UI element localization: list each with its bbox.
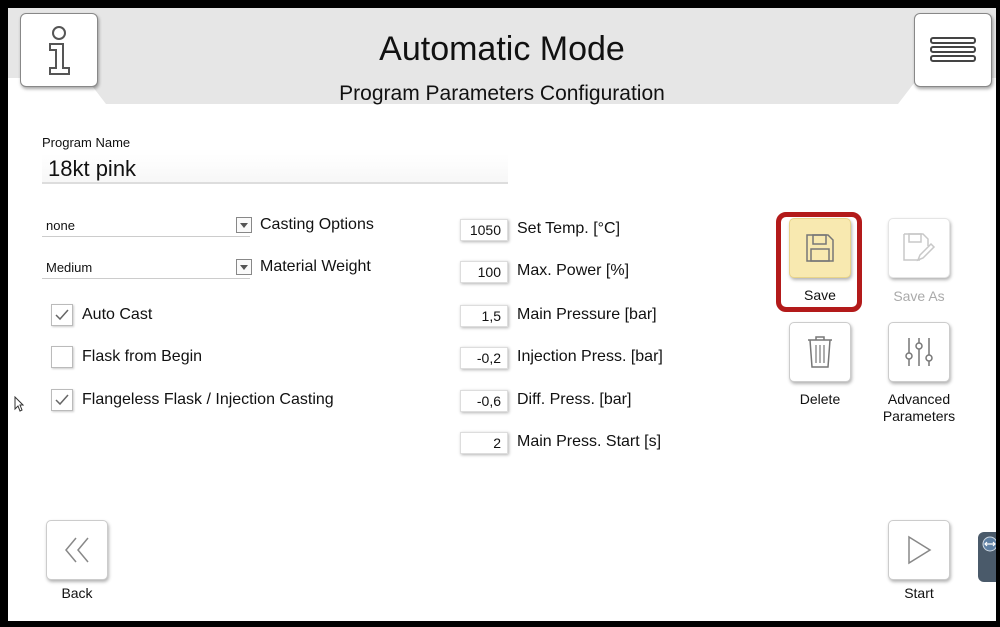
checkmark-icon (55, 394, 69, 406)
save-as-label: Save As (893, 288, 945, 304)
casting-options-value: none (46, 218, 75, 233)
floppy-disk-icon (806, 234, 834, 262)
diff-press-label: Diff. Press. [bar] (517, 391, 632, 408)
back-button[interactable] (46, 520, 108, 580)
material-weight-value: Medium (46, 260, 93, 275)
main-pressure-label: Main Pressure [bar] (517, 306, 657, 323)
flangeless-flask-label: Flangeless Flask / Injection Casting (82, 391, 334, 408)
delete-label: Delete (799, 391, 841, 407)
floppy-edit-icon (903, 233, 936, 262)
material-weight-label: Material Weight (260, 258, 371, 275)
flask-from-begin-label: Flask from Begin (82, 348, 203, 365)
casting-options-label: Casting Options (260, 216, 374, 233)
main-press-start-label: Main Press. Start [s] (517, 433, 662, 450)
auto-cast-label: Auto Cast (82, 306, 153, 323)
double-chevron-left-icon (65, 537, 89, 563)
start-label: Start (904, 585, 934, 601)
flask-from-begin-checkbox[interactable] (51, 346, 73, 368)
advanced-label-line1: Advanced (887, 391, 951, 407)
hamburger-menu-icon (930, 37, 976, 62)
page-title: Automatic Mode (379, 30, 625, 68)
flangeless-flask-checkbox[interactable] (51, 389, 73, 411)
auto-cast-checkbox[interactable] (51, 304, 73, 326)
casting-options-select[interactable]: none (42, 215, 252, 237)
injection-press-label: Injection Press. [bar] (517, 348, 663, 365)
remote-arrows-icon (982, 536, 996, 552)
mouse-cursor-icon (14, 396, 24, 412)
set-temp-input[interactable]: 1050 (460, 219, 508, 241)
advanced-label-line2: Parameters (882, 408, 956, 424)
set-temp-label: Set Temp. [°C] (517, 220, 621, 237)
save-label: Save (804, 287, 836, 303)
chevron-down-icon[interactable] (236, 217, 252, 233)
chevron-down-icon[interactable] (236, 259, 252, 275)
save-button[interactable] (789, 218, 851, 278)
page-subtitle: Program Parameters Configuration (339, 82, 665, 105)
injection-press-input[interactable]: -0,2 (460, 347, 508, 369)
app-screen: Automatic Mode Program Parameters Config… (8, 8, 996, 621)
advanced-parameters-button[interactable] (888, 322, 950, 382)
diff-press-input[interactable]: -0,6 (460, 390, 508, 412)
material-weight-select[interactable]: Medium (42, 257, 252, 279)
program-name-label: Program Name (42, 135, 131, 150)
info-icon (49, 26, 70, 75)
play-triangle-icon (908, 535, 932, 565)
main-pressure-input[interactable]: 1,5 (460, 305, 508, 327)
max-power-label: Max. Power [%] (517, 262, 630, 279)
save-as-button[interactable] (888, 218, 950, 278)
info-button[interactable] (20, 13, 98, 87)
sliders-icon (905, 338, 933, 366)
remote-support-tab[interactable] (978, 532, 996, 582)
delete-button[interactable] (789, 322, 851, 382)
max-power-input[interactable]: 100 (460, 261, 508, 283)
checkmark-icon (55, 309, 69, 321)
trash-icon (808, 336, 832, 368)
program-name-input[interactable]: 18kt pink (42, 154, 508, 184)
menu-button[interactable] (914, 13, 992, 87)
back-label: Back (61, 585, 93, 601)
advanced-parameters-label: Advanced Parameters (870, 391, 968, 425)
start-button[interactable] (888, 520, 950, 580)
main-press-start-input[interactable]: 2 (460, 432, 508, 454)
